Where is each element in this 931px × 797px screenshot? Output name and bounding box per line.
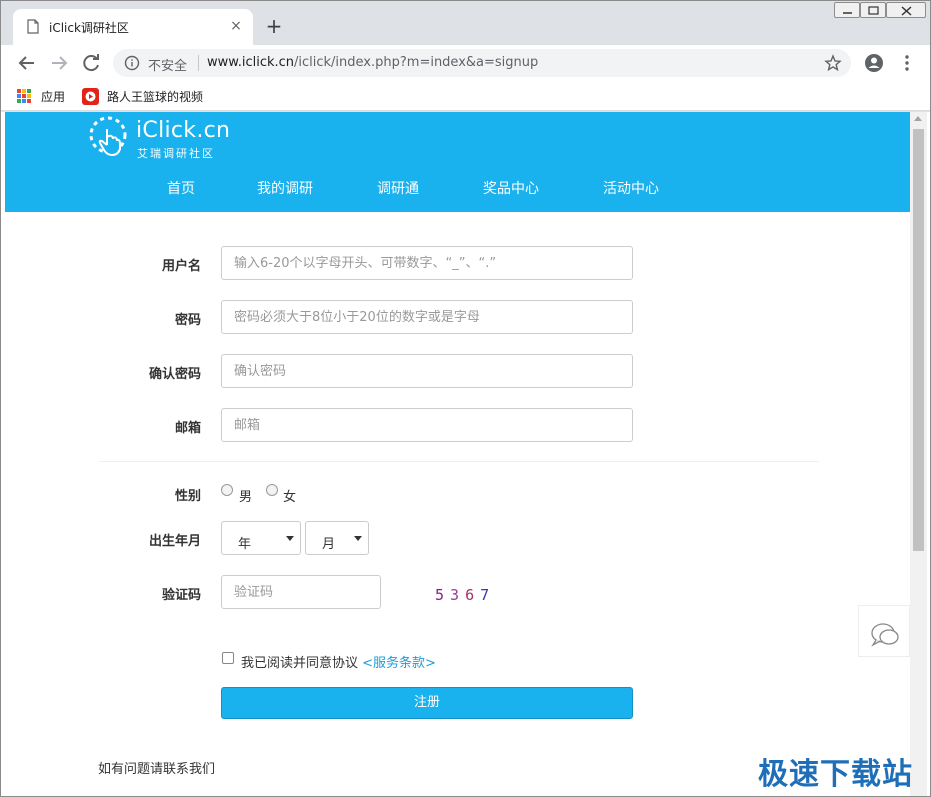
close-window-button[interactable] bbox=[886, 2, 926, 18]
logo-subtitle: 艾瑞调研社区 bbox=[137, 147, 215, 160]
username-input[interactable] bbox=[221, 246, 633, 280]
browser-toolbar: 不安全 www.iclick.cn/iclick/index.php?m=ind… bbox=[1, 45, 930, 81]
captcha-digit: 7 bbox=[480, 586, 496, 604]
nav-event-center[interactable]: 活动中心 bbox=[603, 178, 659, 198]
browser-tab[interactable]: iClick调研社区 × bbox=[13, 9, 253, 45]
bookmark-video[interactable]: 路人王篮球的视频 bbox=[82, 86, 203, 106]
tab-title: iClick调研社区 bbox=[49, 21, 129, 35]
address-separator bbox=[198, 55, 199, 71]
nav-prize-center[interactable]: 奖品中心 bbox=[483, 178, 539, 198]
email-label: 邮箱 bbox=[174, 421, 201, 436]
url-text[interactable]: www.iclick.cn/iclick/index.php?m=index&a… bbox=[207, 55, 538, 70]
info-icon[interactable] bbox=[124, 55, 140, 71]
nav-survey-pass[interactable]: 调研通 bbox=[377, 178, 419, 198]
browser-window: iClick调研社区 × + 不安全 www.iclick.cn/iclick/… bbox=[0, 0, 931, 797]
confirm-password-label: 确认密码 bbox=[148, 367, 201, 382]
agree-label: 我已阅读并同意协议 bbox=[241, 656, 359, 671]
more-menu-icon[interactable] bbox=[897, 53, 917, 73]
form-divider bbox=[99, 461, 819, 462]
url-path: /iclick/index.php?m=index&a=signup bbox=[294, 55, 539, 70]
scrollbar-thumb[interactable] bbox=[913, 129, 924, 551]
birth-label: 出生年月 bbox=[148, 534, 201, 549]
gender-male-label[interactable]: 男 bbox=[239, 486, 252, 505]
apps-grid-icon bbox=[17, 89, 31, 103]
security-status: 不安全 bbox=[148, 59, 188, 74]
contact-us-link[interactable]: 如有问题请联系我们 bbox=[98, 758, 215, 777]
password-input[interactable] bbox=[221, 300, 633, 334]
video-icon bbox=[82, 87, 99, 105]
birth-month-value: 月 bbox=[322, 537, 336, 552]
minimize-icon bbox=[843, 12, 852, 14]
tab-strip: iClick调研社区 × + bbox=[1, 1, 930, 45]
bookmark-apps[interactable]: 应用 bbox=[17, 86, 65, 106]
close-tab-icon[interactable]: × bbox=[227, 17, 245, 35]
chat-widget[interactable] bbox=[858, 605, 910, 657]
bookmark-label: 应用 bbox=[41, 89, 66, 104]
birth-month-select[interactable]: 月 bbox=[305, 521, 369, 555]
logo-text[interactable]: iClick.cn bbox=[136, 118, 230, 143]
nav-home[interactable]: 首页 bbox=[167, 178, 195, 198]
gender-female-radio[interactable] bbox=[266, 484, 278, 496]
gender-female-label[interactable]: 女 bbox=[283, 486, 296, 505]
maximize-button[interactable] bbox=[860, 2, 886, 18]
page-viewport: iClick.cn 艾瑞调研社区 首页 我的调研 调研通 奖品中心 活动中心 用… bbox=[1, 112, 930, 796]
captcha-digit: 3 bbox=[450, 586, 466, 604]
profile-icon[interactable] bbox=[863, 52, 885, 74]
vertical-scrollbar[interactable] bbox=[910, 112, 927, 796]
nav-my-surveys[interactable]: 我的调研 bbox=[257, 178, 313, 198]
chat-bubble-icon bbox=[871, 623, 899, 647]
terms-link[interactable]: <服务条款> bbox=[362, 656, 436, 671]
gender-label: 性别 bbox=[174, 489, 201, 504]
birth-year-select[interactable]: 年 bbox=[221, 521, 301, 555]
register-button[interactable]: 注册 bbox=[221, 687, 633, 719]
gender-male-radio[interactable] bbox=[221, 484, 233, 496]
dropdown-arrow-icon bbox=[354, 536, 362, 541]
agree-checkbox[interactable] bbox=[222, 652, 234, 664]
captcha-label: 验证码 bbox=[161, 588, 201, 603]
url-host: www.iclick.cn bbox=[207, 55, 295, 70]
page-icon bbox=[27, 19, 39, 34]
dropdown-arrow-icon bbox=[286, 536, 294, 541]
captcha-image[interactable]: 5367 bbox=[435, 586, 495, 604]
bookmarks-bar: 应用 路人王篮球的视频 bbox=[1, 81, 930, 111]
minimize-button[interactable] bbox=[834, 2, 860, 18]
restore-icon bbox=[868, 6, 879, 15]
confirm-password-input[interactable] bbox=[221, 354, 633, 388]
captcha-digit: 5 bbox=[435, 586, 451, 604]
back-icon[interactable] bbox=[15, 51, 39, 75]
email-input[interactable] bbox=[221, 408, 633, 442]
password-label: 密码 bbox=[174, 313, 201, 328]
address-bar[interactable]: 不安全 www.iclick.cn/iclick/index.php?m=ind… bbox=[113, 49, 851, 77]
logo-hand-icon[interactable] bbox=[87, 115, 133, 161]
bookmark-star-icon[interactable] bbox=[824, 54, 842, 72]
reload-icon[interactable] bbox=[79, 51, 103, 75]
bookmark-label: 路人王篮球的视频 bbox=[107, 89, 204, 104]
captcha-input[interactable] bbox=[221, 575, 381, 609]
new-tab-button[interactable]: + bbox=[263, 15, 285, 37]
watermark-text: 极速下载站 bbox=[758, 757, 913, 792]
birth-year-value: 年 bbox=[238, 537, 252, 552]
close-icon bbox=[901, 6, 912, 16]
scroll-up-arrow-icon[interactable] bbox=[914, 116, 922, 121]
forward-icon[interactable] bbox=[47, 51, 71, 75]
agree-text: 我已阅读并同意协议 <服务条款> bbox=[241, 652, 436, 671]
username-label: 用户名 bbox=[161, 259, 201, 274]
site-header: iClick.cn 艾瑞调研社区 首页 我的调研 调研通 奖品中心 活动中心 bbox=[5, 112, 911, 212]
captcha-digit: 6 bbox=[465, 586, 481, 604]
